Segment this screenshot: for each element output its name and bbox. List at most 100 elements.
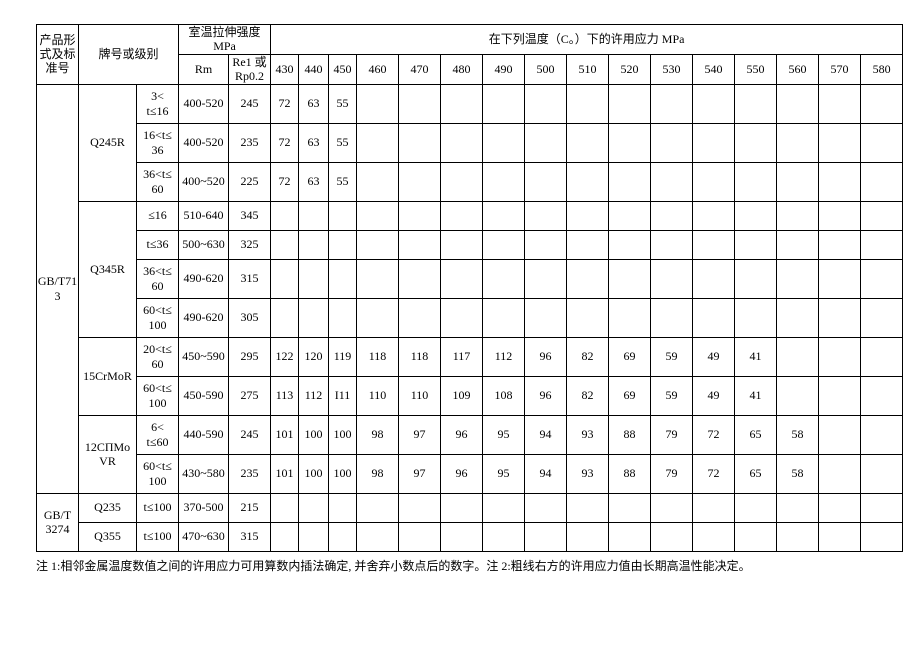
hdr-tensile: 室温拉伸强度MPa <box>179 25 271 55</box>
cell-rm: 450-590 <box>179 376 229 415</box>
cell-thickness: t≤36 <box>137 230 179 259</box>
cell-value: 55 <box>329 162 357 201</box>
cell-value: 72 <box>271 123 299 162</box>
cell-value: 95 <box>483 454 525 493</box>
cell-value <box>651 298 693 337</box>
cell-value <box>441 201 483 230</box>
hdr-rm: Rm <box>179 54 229 84</box>
cell-value <box>441 230 483 259</box>
cell-value: 55 <box>329 84 357 123</box>
cell-rm: 430~580 <box>179 454 229 493</box>
cell-value <box>693 84 735 123</box>
cell-re: 345 <box>229 201 271 230</box>
cell-value <box>271 298 299 337</box>
hdr-t430: 430 <box>271 54 299 84</box>
cell-value <box>399 522 441 551</box>
cell-value <box>861 123 903 162</box>
cell-value <box>819 230 861 259</box>
cell-value <box>271 522 299 551</box>
cell-thickness: 60<t≤100 <box>137 454 179 493</box>
hdr-t510: 510 <box>567 54 609 84</box>
cell-value <box>271 259 299 298</box>
cell-value <box>819 84 861 123</box>
cell-value: 59 <box>651 376 693 415</box>
cell-value <box>861 415 903 454</box>
cell-value <box>357 298 399 337</box>
cell-value <box>483 162 525 201</box>
cell-value <box>483 493 525 522</box>
cell-re: 295 <box>229 337 271 376</box>
cell-value <box>441 493 483 522</box>
cell-value: 108 <box>483 376 525 415</box>
cell-rm: 490-620 <box>179 259 229 298</box>
cell-grade: Q355 <box>79 522 137 551</box>
hdr-re: Re1 或Rp0.2 <box>229 54 271 84</box>
cell-value <box>693 298 735 337</box>
cell-re: 235 <box>229 454 271 493</box>
cell-value <box>567 84 609 123</box>
cell-value <box>329 230 357 259</box>
cell-value: 100 <box>299 415 329 454</box>
cell-value: 97 <box>399 454 441 493</box>
cell-value <box>299 201 329 230</box>
cell-value: 100 <box>299 454 329 493</box>
cell-value <box>693 162 735 201</box>
hdr-t560: 560 <box>777 54 819 84</box>
cell-value: 79 <box>651 415 693 454</box>
cell-value <box>735 522 777 551</box>
cell-thickness: ≤16 <box>137 201 179 230</box>
cell-grade: 15CrMoR <box>79 337 137 415</box>
cell-value <box>299 493 329 522</box>
cell-value <box>567 162 609 201</box>
cell-value: 93 <box>567 415 609 454</box>
cell-value: 72 <box>693 454 735 493</box>
cell-rm: 400-520 <box>179 123 229 162</box>
cell-value <box>777 123 819 162</box>
cell-value: 59 <box>651 337 693 376</box>
cell-value <box>819 376 861 415</box>
cell-value: 69 <box>609 376 651 415</box>
cell-value <box>399 298 441 337</box>
cell-value <box>441 162 483 201</box>
cell-value: 65 <box>735 415 777 454</box>
cell-value <box>693 123 735 162</box>
cell-value: 94 <box>525 415 567 454</box>
cell-rm: 500~630 <box>179 230 229 259</box>
cell-value <box>271 230 299 259</box>
cell-value <box>819 298 861 337</box>
cell-value <box>483 298 525 337</box>
cell-value: 63 <box>299 123 329 162</box>
cell-value <box>819 493 861 522</box>
cell-value <box>525 298 567 337</box>
cell-value <box>609 84 651 123</box>
cell-value <box>399 201 441 230</box>
cell-value <box>651 123 693 162</box>
hdr-grade: 牌号或级别 <box>79 25 179 85</box>
cell-thickness: 6<t≤60 <box>137 415 179 454</box>
cell-value: 41 <box>735 376 777 415</box>
cell-value <box>651 162 693 201</box>
hdr-t540: 540 <box>693 54 735 84</box>
cell-value: 58 <box>777 415 819 454</box>
hdr-t470: 470 <box>399 54 441 84</box>
cell-value <box>567 201 609 230</box>
cell-grade: 12CПMoVR <box>79 415 137 493</box>
cell-value: 55 <box>329 123 357 162</box>
cell-rm: 400-520 <box>179 84 229 123</box>
cell-value <box>861 337 903 376</box>
cell-value <box>777 162 819 201</box>
cell-value: 95 <box>483 415 525 454</box>
cell-value <box>693 230 735 259</box>
hdr-t520: 520 <box>609 54 651 84</box>
cell-value <box>525 84 567 123</box>
cell-value: 58 <box>777 454 819 493</box>
cell-value <box>357 84 399 123</box>
cell-value <box>567 230 609 259</box>
cell-value <box>441 298 483 337</box>
cell-value: 88 <box>609 454 651 493</box>
cell-thickness: 3<t≤16 <box>137 84 179 123</box>
cell-value: 96 <box>441 415 483 454</box>
cell-value: 82 <box>567 376 609 415</box>
cell-value <box>271 493 299 522</box>
cell-re: 235 <box>229 123 271 162</box>
